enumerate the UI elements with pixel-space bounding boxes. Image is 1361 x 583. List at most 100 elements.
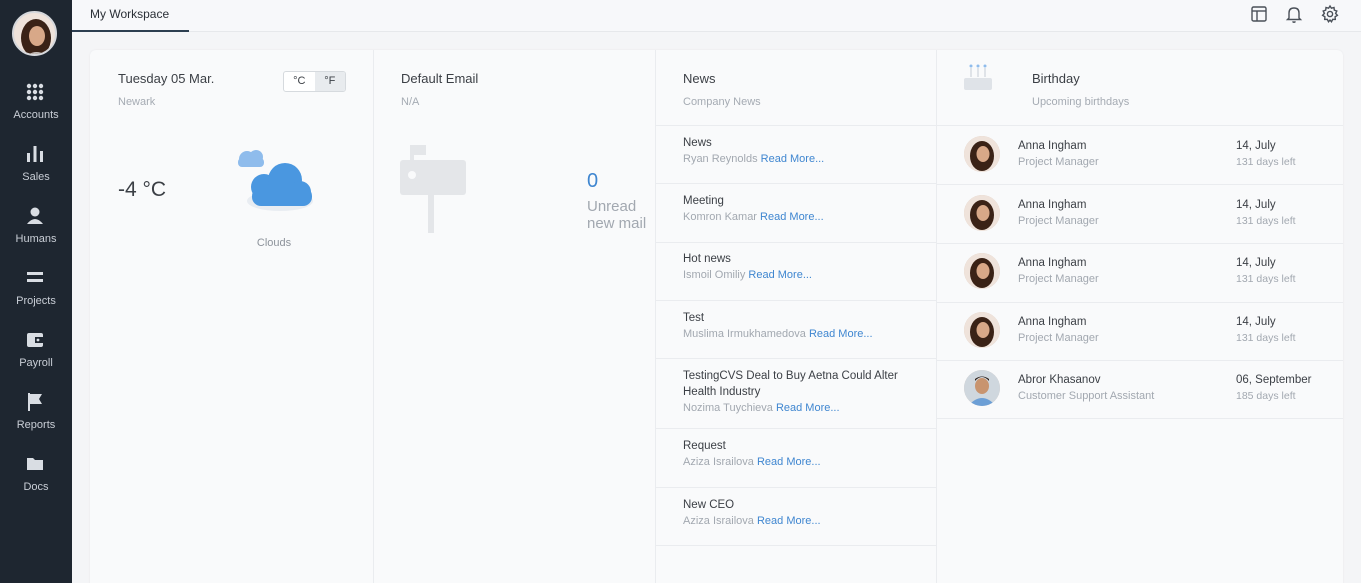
sidebar-item-label: Accounts [13, 109, 59, 121]
news-item[interactable]: Request Aziza Israilova Read More... [656, 429, 937, 488]
birthday-days-left: 131 days left [1236, 273, 1296, 285]
birthday-days-left: 131 days left [1236, 156, 1296, 168]
news-item-title: New CEO [683, 499, 735, 511]
email-subtitle: N/A [401, 96, 420, 108]
avatar [964, 253, 1000, 289]
grid-dots-icon [26, 83, 44, 101]
celsius-button[interactable]: °C [284, 72, 315, 91]
birthday-widget: Birthday Upcoming birthdays Anna Ingham … [937, 50, 1343, 583]
unit-toggle[interactable]: °C °F [283, 71, 346, 92]
birthday-name: Anna Ingham [1018, 316, 1087, 328]
news-item-title: Test [683, 312, 705, 324]
birthday-row[interactable]: Anna Ingham Project Manager 14, July 131… [937, 302, 1343, 361]
email-widget: Default Email N/A 0 Unread new mail [374, 50, 656, 583]
news-item[interactable]: New CEO Aziza Israilova Read More... [656, 488, 937, 546]
news-item-title: TestingCVS Deal to Buy Aetna Could Alter… [683, 370, 898, 398]
gear-icon[interactable] [1320, 4, 1340, 24]
equals-icon [27, 272, 43, 282]
news-item[interactable]: TestingCVS Deal to Buy Aetna Could Alter… [656, 359, 937, 429]
news-item-author: Ryan Reynolds [683, 153, 758, 165]
sidebar-item-label: Docs [23, 481, 49, 493]
news-item-author: Komron Kamar [683, 211, 757, 223]
birthday-row[interactable]: Abror Khasanov Customer Support Assistan… [937, 360, 1343, 419]
bell-icon[interactable] [1284, 4, 1304, 24]
read-more-link[interactable]: Read More... [757, 456, 821, 468]
bar-chart-icon [27, 146, 43, 162]
birthday-subtitle: Upcoming birthdays [1032, 96, 1130, 108]
unread-count[interactable]: 0 [587, 170, 598, 193]
birthday-days-left: 131 days left [1236, 332, 1296, 344]
layout-icon[interactable] [1249, 4, 1269, 24]
news-item[interactable]: Test Muslima Irmukhamedova Read More... [656, 301, 937, 359]
news-subtitle: Company News [683, 96, 761, 108]
wallet-icon [27, 333, 43, 347]
weather-city: Newark [118, 96, 156, 108]
avatar [964, 195, 1000, 231]
birthday-date: 14, July [1236, 140, 1276, 152]
sidebar-item-reports[interactable]: Reports [0, 391, 72, 453]
birthday-days-left: 185 days left [1236, 390, 1296, 402]
birthday-name: Anna Ingham [1018, 199, 1087, 211]
birthday-name: Anna Ingham [1018, 257, 1087, 269]
birthday-date: 14, July [1236, 257, 1276, 269]
birthday-role: Project Manager [1018, 273, 1099, 285]
birthday-row[interactable]: Anna Ingham Project Manager 14, July 131… [937, 185, 1343, 244]
fahrenheit-button[interactable]: °F [314, 72, 345, 91]
sidebar-item-docs[interactable]: Docs [0, 453, 72, 515]
sidebar-item-humans[interactable]: Humans [0, 205, 72, 267]
sidebar-item-accounts[interactable]: Accounts [0, 81, 72, 143]
avatar [964, 312, 1000, 348]
read-more-link[interactable]: Read More... [761, 153, 825, 165]
read-more-link[interactable]: Read More... [809, 328, 873, 340]
sidebar-item-projects[interactable]: Projects [0, 267, 72, 329]
mailbox-icon [400, 145, 466, 233]
birthday-role: Project Manager [1018, 156, 1099, 168]
birthday-date: 14, July [1236, 199, 1276, 211]
cake-icon [964, 64, 992, 90]
person-icon [27, 207, 43, 224]
avatar [964, 136, 1000, 172]
tab-my-workspace[interactable]: My Workspace [72, 0, 189, 32]
avatar [964, 370, 1000, 406]
birthday-row[interactable]: Anna Ingham Project Manager 14, July 131… [937, 244, 1343, 303]
sidebar-item-label: Projects [16, 295, 56, 307]
read-more-link[interactable]: Read More... [748, 269, 812, 281]
sidebar-item-sales[interactable]: Sales [0, 143, 72, 205]
birthday-role: Customer Support Assistant [1018, 390, 1155, 402]
clouds-icon [238, 150, 313, 211]
birthday-days-left: 131 days left [1236, 215, 1296, 227]
news-item-author: Muslima Irmukhamedova [683, 328, 806, 340]
folder-icon [27, 458, 43, 470]
read-more-link[interactable]: Read More... [757, 515, 821, 527]
birthday-name: Abror Khasanov [1018, 374, 1101, 386]
top-bar: My Workspace [72, 0, 1361, 32]
news-item-title: Request [683, 440, 726, 452]
news-item-author: Aziza Israilova [683, 456, 754, 468]
news-item[interactable]: Meeting Komron Kamar Read More... [656, 184, 937, 243]
read-more-link[interactable]: Read More... [776, 402, 840, 414]
news-item[interactable]: Hot news Ismoil Omiliy Read More... [656, 243, 937, 301]
email-title: Default Email [401, 71, 479, 86]
weather-date: Tuesday 05 Mar. [118, 71, 215, 86]
sidebar-item-payroll[interactable]: Payroll [0, 329, 72, 391]
unread-label: Unread new mail [587, 198, 647, 232]
birthday-date: 06, September [1236, 374, 1312, 386]
birthday-title: Birthday [1032, 71, 1080, 86]
user-avatar[interactable] [12, 11, 57, 56]
birthday-date: 14, July [1236, 316, 1276, 328]
news-item-author: Nozima Tuychieva [683, 402, 773, 414]
news-title: News [683, 71, 716, 86]
birthday-row[interactable]: Anna Ingham Project Manager 14, July 131… [937, 126, 1343, 185]
birthday-role: Project Manager [1018, 215, 1099, 227]
sidebar: Accounts Sales Humans Projects Payroll R… [0, 0, 72, 583]
sidebar-item-label: Reports [16, 419, 56, 431]
news-item-author: Aziza Israilova [683, 515, 754, 527]
sidebar-item-label: Humans [15, 233, 57, 245]
read-more-link[interactable]: Read More... [760, 211, 824, 223]
news-item[interactable]: News Ryan Reynolds Read More... [656, 126, 937, 184]
news-item-title: News [683, 137, 712, 149]
news-item-author: Ismoil Omiliy [683, 269, 746, 281]
birthday-role: Project Manager [1018, 332, 1099, 344]
news-widget: News Company News News Ryan Reynolds Rea… [656, 50, 937, 583]
news-item-title: Meeting [683, 195, 724, 207]
